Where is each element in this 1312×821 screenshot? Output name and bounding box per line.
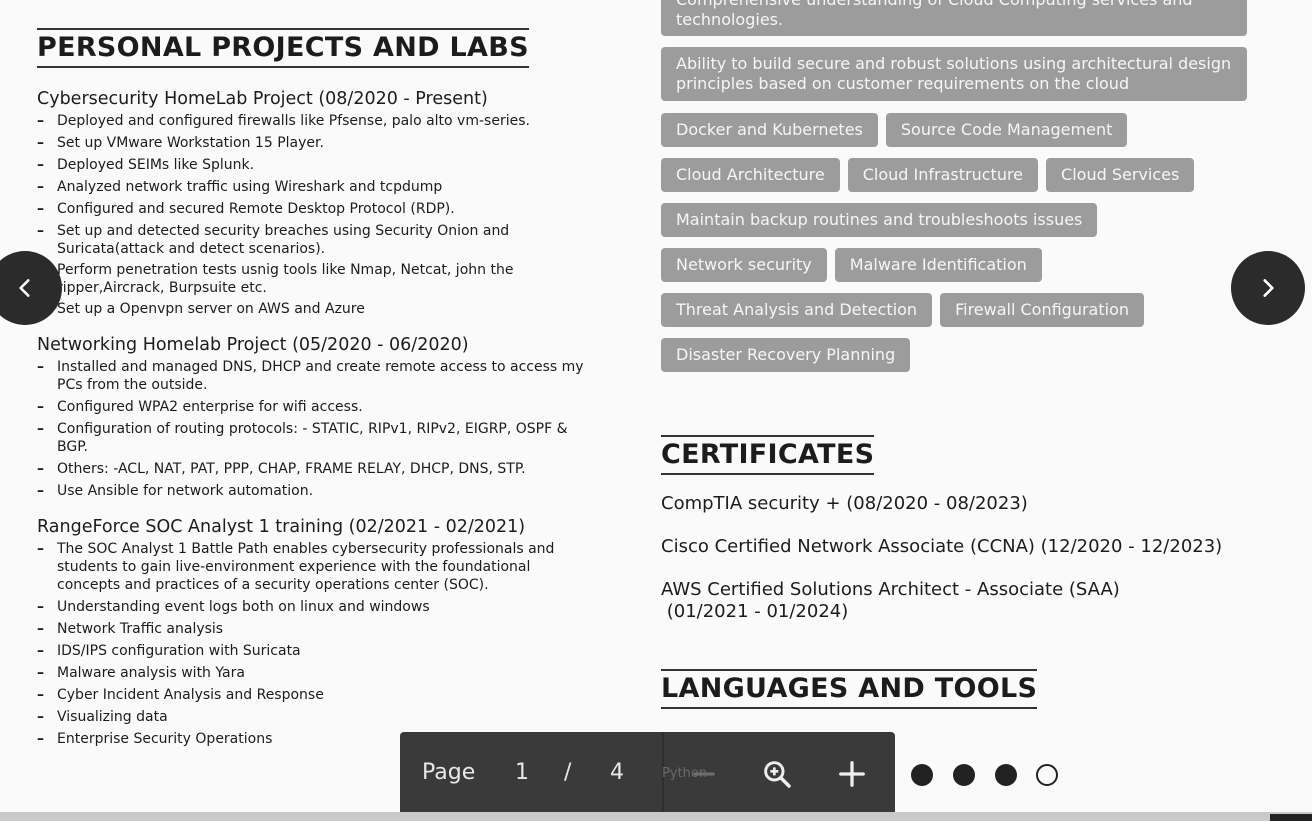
skill-row: Cloud Architecture Cloud Infrastructure Cl… [661,158,1261,203]
zoom-out-button[interactable] [684,754,724,794]
skill-tag: Network security [661,248,827,282]
project-title: Cybersecurity HomeLab Project (08/2020 -… [37,89,488,109]
skill-tag: Firewall Configuration [940,293,1145,327]
minus-icon [690,760,718,788]
skill-tag: Malware Identification [834,248,1042,282]
skill-tag: Ability to build secure and robust solut… [661,47,1247,101]
plus-icon [837,759,867,789]
project-title: RangeForce SOC Analyst 1 training (02/20… [37,517,526,537]
project-title: Networking Homelab Project (05/2020 - 06… [37,335,469,355]
current-page-input[interactable]: 1 [515,760,529,786]
list-item: Visualizing data [37,708,597,726]
list-item: Cyber Incident Analysis and Response [37,686,597,704]
page-toolbar: Page 1 / 4 Python [400,732,895,812]
certificate-item: AWS Certified Solutions Architect - Asso… [661,579,1120,600]
section-title-projects: PERSONAL PROJECTS AND LABS [37,28,529,68]
certificate-item: (01/2021 - 01/2024) [661,601,849,622]
project-cybersecurity-homelab: Cybersecurity HomeLab Project (08/2020 -… [37,88,597,318]
magnifier-icon [761,758,793,790]
project-networking-homelab: Networking Homelab Project (05/2020 - 06… [37,334,597,500]
skill-tag: Docker and Kubernetes [661,113,878,147]
list-item: The SOC Analyst 1 Battle Path enables cy… [37,540,597,594]
next-page-button[interactable] [1231,251,1305,325]
certificates-list: CompTIA security + (08/2020 - 08/2023) C… [661,493,1261,623]
rating-dot-empty [1036,764,1058,786]
left-column: PERSONAL PROJECTS AND LABS Cybersecurity… [37,0,597,752]
list-item: Others: -ACL, NAT, PAT, PPP, CHAP, FRAME… [37,460,597,478]
certificate-item: CompTIA security + (08/2020 - 08/2023) [661,493,1028,514]
rating-dot-filled [953,764,975,786]
list-item: Use Ansible for network automation. [37,482,597,500]
chevron-right-icon [1255,275,1281,301]
skill-tag: Cloud Infrastructure [847,158,1039,192]
section-title-certificates: CERTIFICATES [661,435,875,475]
chevron-left-icon [12,275,38,301]
list-item: Deployed SEIMs like Splunk. [37,156,597,174]
list-item: Perform penetration tests usnig tools li… [37,261,597,297]
skill-tag: Threat Analysis and Detection [661,293,933,327]
zoom-in-button[interactable] [832,754,872,794]
skill-row: Disaster Recovery Planning [661,338,1261,383]
list-item: Configured WPA2 enterprise for wifi acce… [37,398,597,416]
list-item: Deployed and configured firewalls like P… [37,112,597,130]
rating-dot-filled [995,764,1017,786]
skill-tag: Cloud Services [1046,158,1195,192]
skill-tag: Comprehensive understanding of Cloud Com… [661,0,1247,36]
list-item: Analyzed network traffic using Wireshark… [37,178,597,196]
certificate-item: Cisco Certified Network Associate (CCNA)… [661,536,1223,557]
skill-row: Network security Malware Identification [661,248,1261,293]
list-item: Malware analysis with Yara [37,664,597,682]
list-item: Installed and managed DNS, DHCP and crea… [37,358,597,394]
bottom-scroll-strip [0,812,1312,821]
list-item: IDS/IPS configuration with Suricata [37,642,597,660]
skill-row: Docker and Kubernetes Source Code Managem… [661,113,1261,158]
list-item: Understanding event logs both on linux a… [37,598,597,616]
zoom-button[interactable] [757,754,797,794]
rating-dot-filled [911,764,933,786]
page-label: Page [422,760,476,785]
skill-row: Threat Analysis and Detection Firewall Co… [661,293,1261,338]
list-item: Set up and detected security breaches us… [37,222,597,258]
project-rangeforce-soc: RangeForce SOC Analyst 1 training (02/20… [37,516,597,748]
skill-tag: Cloud Architecture [661,158,840,192]
bottom-corner [1270,814,1312,821]
list-item: Configuration of routing protocols: - ST… [37,420,597,456]
section-title-languages: LANGUAGES AND TOOLS [661,669,1038,709]
list-item: Network Traffic analysis [37,620,597,638]
skill-tag: Disaster Recovery Planning [661,338,911,372]
list-item: Set up VMware Workstation 15 Player. [37,134,597,152]
skill-tag: Source Code Management [885,113,1128,147]
total-pages: 4 [610,760,624,785]
skill-row: Maintain backup routines and troubleshoo… [661,203,1261,248]
skill-tag: Maintain backup routines and troubleshoo… [661,203,1098,237]
list-item: Set up a Openvpn server on AWS and Azure [37,300,597,318]
list-item: Configured and secured Remote Desktop Pr… [37,200,597,218]
page-separator: / [564,760,572,785]
document-page: PERSONAL PROJECTS AND LABS Cybersecurity… [0,0,1312,812]
right-column: Comprehensive understanding of Cloud Com… [661,0,1261,709]
